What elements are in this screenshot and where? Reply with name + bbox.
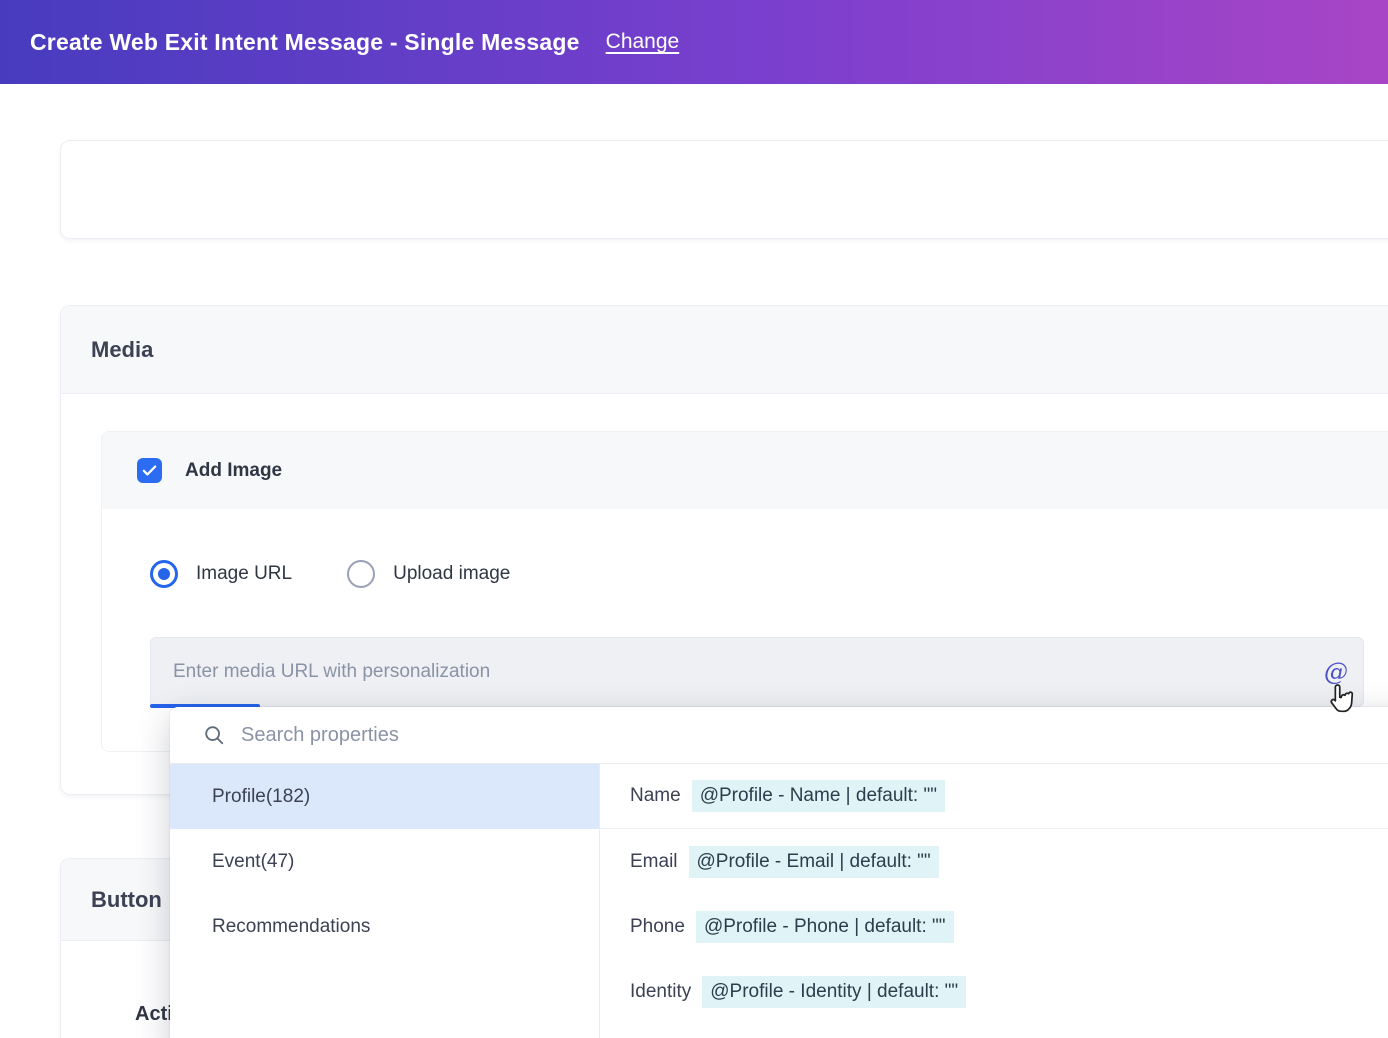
add-image-row: Add Image — [102, 432, 1388, 509]
button-card-title: Button — [91, 886, 162, 912]
previous-card-fragment — [60, 140, 1388, 239]
property-email-label: Email — [630, 850, 678, 872]
personalization-popup: Profile(182) Event(47) Recommendations N… — [170, 707, 1388, 1038]
property-row-name[interactable]: Name @Profile - Name | default: "" — [600, 764, 1388, 829]
image-url-radio[interactable]: Image URL — [150, 560, 292, 588]
search-icon — [205, 726, 224, 745]
checkmark-icon — [142, 465, 157, 476]
popup-body: Profile(182) Event(47) Recommendations N… — [170, 764, 1388, 1038]
radio-selected-circle — [150, 560, 178, 588]
popup-search-row — [170, 707, 1388, 764]
property-list: Name @Profile - Name | default: "" Email… — [600, 764, 1388, 1038]
add-image-panel: Add Image Image URL Upload image Enter m… — [101, 431, 1388, 752]
page: Create Web Exit Intent Message - Single … — [0, 0, 1388, 1038]
category-profile-label: Profile(182) — [212, 785, 311, 807]
category-recommendations[interactable]: Recommendations — [170, 894, 599, 959]
search-properties-input[interactable] — [241, 723, 1388, 747]
property-phone-label: Phone — [630, 915, 685, 937]
property-row-phone[interactable]: Phone @Profile - Phone | default: "" — [600, 894, 1388, 959]
category-list: Profile(182) Event(47) Recommendations — [170, 764, 600, 1038]
header-bar: Create Web Exit Intent Message - Single … — [0, 0, 1388, 84]
property-identity-label: Identity — [630, 980, 692, 1002]
category-event-label: Event(47) — [212, 850, 295, 872]
upload-image-radio[interactable]: Upload image — [347, 560, 510, 588]
add-image-label: Add Image — [185, 459, 283, 481]
media-card-header: Media — [61, 306, 1388, 394]
media-card-title: Media — [91, 336, 154, 362]
property-identity-token: @Profile - Identity | default: "" — [702, 975, 967, 1008]
add-image-checkbox[interactable] — [137, 458, 162, 483]
image-url-label: Image URL — [196, 563, 293, 584]
property-row-identity[interactable]: Identity @Profile - Identity | default: … — [600, 959, 1388, 1024]
property-name-token: @Profile - Name | default: "" — [691, 780, 945, 812]
personalization-at-icon[interactable]: @ — [1324, 658, 1348, 686]
category-profile[interactable]: Profile(182) — [170, 764, 599, 829]
property-name-label: Name — [630, 785, 681, 806]
page-title: Create Web Exit Intent Message - Single … — [30, 28, 580, 55]
media-url-field: @ — [150, 637, 1364, 708]
category-recommendations-label: Recommendations — [212, 915, 371, 937]
category-event[interactable]: Event(47) — [170, 829, 599, 894]
upload-image-label: Upload image — [393, 563, 511, 584]
image-source-options: Image URL Upload image — [150, 560, 1388, 588]
property-phone-token: @Profile - Phone | default: "" — [695, 910, 954, 943]
property-email-token: @Profile - Email | default: "" — [688, 845, 939, 878]
media-url-input[interactable] — [150, 637, 1364, 707]
radio-unselected-circle — [347, 560, 376, 588]
change-link[interactable]: Change — [606, 30, 680, 54]
property-row-email[interactable]: Email @Profile - Email | default: "" — [600, 829, 1388, 894]
